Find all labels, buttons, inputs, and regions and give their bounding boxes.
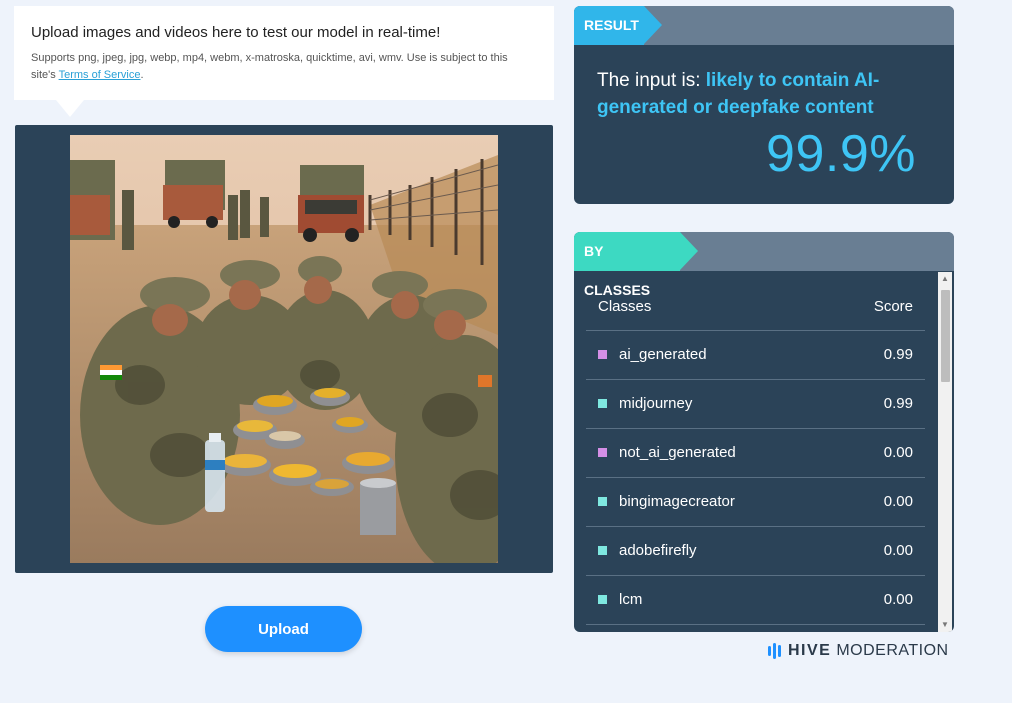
class-row-lcm: lcm 0.00 [586, 576, 925, 625]
scroll-down-arrow-icon[interactable]: ▼ [938, 618, 952, 632]
uploaded-image [70, 135, 498, 563]
classes-column-header: Classes [598, 298, 652, 315]
class-row-midjourney: midjourney 0.99 [586, 380, 925, 429]
terms-of-service-link[interactable]: Terms of Service [59, 69, 141, 81]
logo-hive-text: HIVE [788, 642, 832, 659]
class-swatch [598, 546, 607, 555]
upload-info-desc-suffix: . [140, 68, 144, 81]
scroll-up-arrow-icon[interactable]: ▲ [938, 272, 952, 286]
result-card-header: RESULT [574, 6, 954, 45]
result-card: RESULT The input is: likely to contain A… [574, 6, 954, 204]
logo-moderation-text: MODERATION [836, 642, 949, 659]
class-name: bingimagecreator [619, 493, 735, 510]
result-text: The input is: likely to contain AI-gener… [597, 67, 917, 121]
classes-table-header: Classes Score [586, 272, 925, 331]
result-tag: RESULT [574, 6, 662, 45]
class-name: not_ai_generated [619, 444, 736, 461]
class-swatch [598, 448, 607, 457]
classes-table[interactable]: Classes Score ai_generated 0.99 midjourn… [574, 272, 938, 632]
class-score: 0.00 [883, 493, 913, 510]
class-swatch [598, 350, 607, 359]
upload-button[interactable]: Upload [205, 606, 362, 652]
class-swatch [598, 497, 607, 506]
hive-moderation-logo: HIVE MODERATION [768, 641, 949, 661]
class-score: 0.00 [883, 591, 913, 608]
upload-info-title: Upload images and videos here to test ou… [31, 24, 441, 41]
class-score: 0.00 [883, 542, 913, 559]
class-row-ai-generated: ai_generated 0.99 [586, 331, 925, 380]
scrollbar-thumb[interactable] [941, 290, 950, 382]
classes-card-header: BY CLASSES [574, 232, 954, 298]
class-score: 0.00 [883, 444, 913, 461]
classes-card: BY CLASSES Classes Score ai_generated 0.… [574, 232, 954, 632]
classes-scrollbar[interactable]: ▲ ▼ [938, 272, 952, 632]
upload-info-description: Supports png, jpeg, jpg, webp, mp4, webm… [31, 50, 531, 83]
class-name: lcm [619, 591, 643, 608]
class-name: midjourney [619, 395, 693, 412]
class-row-bingimagecreator: bingimagecreator 0.00 [586, 478, 925, 527]
image-preview-panel [15, 125, 553, 573]
class-row-not-ai-generated: not_ai_generated 0.00 [586, 429, 925, 478]
class-score: 0.99 [883, 346, 913, 363]
result-score: 99.9% [766, 125, 916, 183]
upload-info-card: Upload images and videos here to test ou… [14, 6, 554, 100]
class-row-adobefirefly: adobefirefly 0.00 [586, 527, 925, 576]
class-swatch [598, 399, 607, 408]
class-swatch [598, 595, 607, 604]
hive-bars-icon [768, 643, 781, 659]
class-name: ai_generated [619, 346, 707, 363]
info-bubble-tail [56, 100, 84, 117]
class-name: adobefirefly [619, 542, 697, 559]
page: Upload images and videos here to test ou… [0, 0, 1012, 703]
by-classes-tag: BY CLASSES [574, 232, 698, 298]
result-prefix: The input is: [597, 70, 706, 91]
score-column-header: Score [873, 298, 913, 315]
class-score: 0.99 [883, 395, 913, 412]
